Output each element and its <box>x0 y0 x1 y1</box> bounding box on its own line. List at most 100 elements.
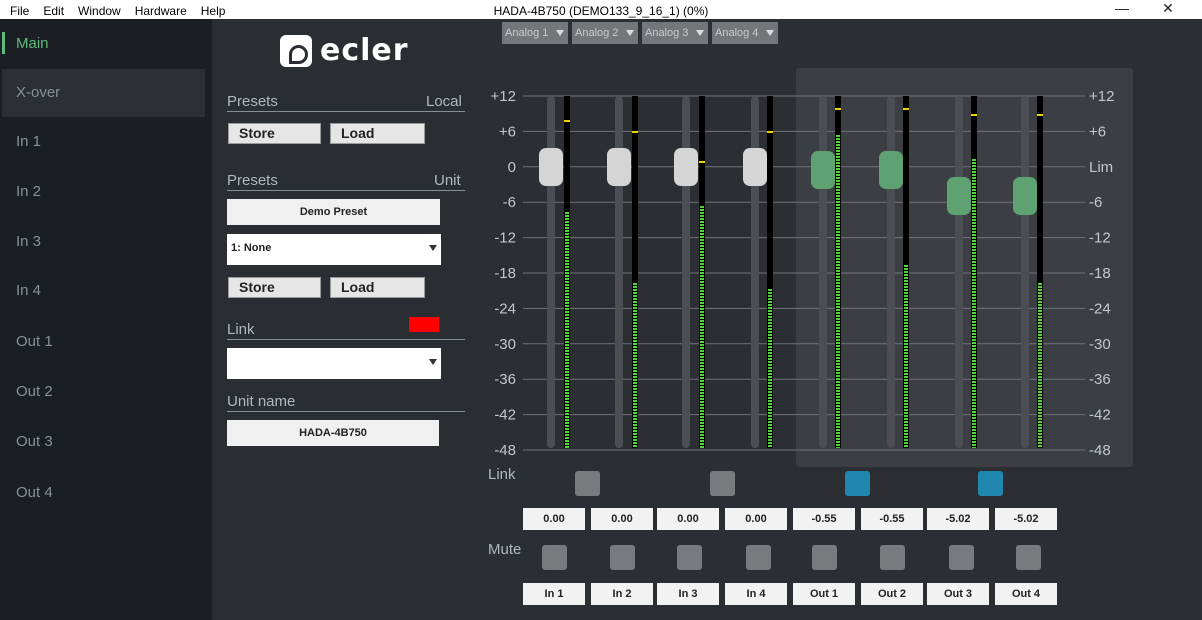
app-window: File Edit Window Hardware Help HADA-4B75… <box>0 0 1202 620</box>
peak-indicator <box>767 131 773 134</box>
scale-label-right: +6 <box>1089 123 1106 140</box>
fader-knob-in-1[interactable] <box>539 147 563 186</box>
fader-knob-in-3[interactable] <box>674 147 698 186</box>
scale-label-right: Lim <box>1089 159 1113 176</box>
mute-button-out-4[interactable] <box>1016 545 1041 570</box>
level-meter-fill <box>565 212 569 448</box>
mute-button-out-3[interactable] <box>949 545 974 570</box>
mute-row-label: Mute <box>488 541 522 558</box>
menu-edit[interactable]: Edit <box>43 4 64 18</box>
sidebar-item-in-3[interactable]: In 3 <box>2 218 205 266</box>
local-store-button[interactable]: Store <box>228 123 321 144</box>
level-meter-in-1 <box>564 96 570 448</box>
peak-indicator <box>632 131 638 134</box>
menu-hardware[interactable]: Hardware <box>135 4 187 18</box>
menu-file[interactable]: File <box>10 4 29 18</box>
sidebar-item-x-over[interactable]: X-over <box>2 69 205 117</box>
menu-window[interactable]: Window <box>78 4 121 18</box>
local-load-button[interactable]: Load <box>330 123 425 144</box>
scale-label-right: -24 <box>1089 300 1111 317</box>
link-select[interactable] <box>227 348 441 379</box>
scale-label-left: -12 <box>494 230 516 247</box>
unit-name-field[interactable]: HADA-4B750 <box>227 420 439 446</box>
unit-load-button[interactable]: Load <box>330 277 425 298</box>
fader-knob-out-3[interactable] <box>947 177 971 216</box>
channel-name-out-2: Out 2 <box>861 583 923 605</box>
fader-knob-out-2[interactable] <box>879 151 903 190</box>
fader-track-out-4 <box>1021 96 1029 448</box>
fader-knob-out-4[interactable] <box>1013 177 1037 216</box>
scale-label-left: -24 <box>494 300 516 317</box>
mute-button-out-1[interactable] <box>812 545 837 570</box>
fader-knob-in-2[interactable] <box>607 147 631 186</box>
link-button-pair-1[interactable] <box>575 471 600 496</box>
unit-preset-select[interactable]: 1: None <box>227 234 441 265</box>
fader-knob-in-4[interactable] <box>743 147 767 186</box>
sidebar-item-out-4[interactable]: Out 4 <box>2 469 205 517</box>
sidebar-item-out-3[interactable]: Out 3 <box>2 418 205 466</box>
level-meter-out-1 <box>835 96 841 448</box>
level-meter-fill <box>836 135 840 448</box>
mute-button-in-4[interactable] <box>746 545 771 570</box>
channel-name-in-2: In 2 <box>591 583 653 605</box>
channel-name-in-4: In 4 <box>725 583 787 605</box>
link-button-pair-3[interactable] <box>845 471 870 496</box>
gain-value-out-1[interactable]: -0.55 <box>793 508 855 530</box>
logo-text: ecler <box>320 33 409 68</box>
scale-label-right: -12 <box>1089 230 1111 247</box>
link-color-swatch[interactable] <box>409 317 439 332</box>
peak-indicator <box>1037 113 1043 116</box>
mute-button-in-3[interactable] <box>677 545 702 570</box>
unit-store-button[interactable]: Store <box>228 277 321 298</box>
gain-value-in-1[interactable]: 0.00 <box>523 508 585 530</box>
link-button-pair-2[interactable] <box>710 471 735 496</box>
peak-indicator <box>564 119 570 122</box>
scale-label-left: -42 <box>494 407 516 424</box>
ecler-logo: ecler <box>280 33 409 68</box>
sidebar-item-out-2[interactable]: Out 2 <box>2 368 205 416</box>
sidebar-item-out-1[interactable]: Out 1 <box>2 318 205 366</box>
unit-preset-name: Demo Preset <box>227 199 440 225</box>
fader-track-out-2 <box>887 96 895 448</box>
scale-label-right: -36 <box>1089 371 1111 388</box>
scale-label-left: -6 <box>503 194 516 211</box>
peak-indicator <box>971 113 977 116</box>
gain-value-in-4[interactable]: 0.00 <box>725 508 787 530</box>
mute-button-in-2[interactable] <box>610 545 635 570</box>
level-meter-fill <box>972 158 976 448</box>
gain-value-in-3[interactable]: 0.00 <box>657 508 719 530</box>
scale-label-right: -30 <box>1089 336 1111 353</box>
peak-indicator <box>699 160 705 163</box>
level-meter-fill <box>768 288 772 448</box>
gain-value-out-3[interactable]: -5.02 <box>927 508 989 530</box>
gain-value-out-2[interactable]: -0.55 <box>861 508 923 530</box>
level-meter-in-2 <box>632 96 638 448</box>
gain-value-in-2[interactable]: 0.00 <box>591 508 653 530</box>
mute-button-out-2[interactable] <box>880 545 905 570</box>
scale-label-left: -18 <box>494 265 516 282</box>
sidebar-item-in-1[interactable]: In 1 <box>2 118 205 166</box>
scale-label-left: 0 <box>508 159 516 176</box>
level-meter-fill <box>633 282 637 448</box>
fader-knob-out-1[interactable] <box>811 151 835 190</box>
divider <box>227 411 465 412</box>
level-meter-out-2 <box>903 96 909 448</box>
presets-local-label: Presets <box>227 93 278 110</box>
fader-track-out-3 <box>955 96 963 448</box>
chevron-down-icon <box>429 359 437 365</box>
menu-help[interactable]: Help <box>201 4 226 18</box>
peak-indicator <box>903 107 909 110</box>
close-button[interactable]: ✕ <box>1145 0 1191 19</box>
minimize-button[interactable]: — <box>1099 0 1145 19</box>
divider <box>227 339 465 340</box>
settings-panel: ecler Presets Local Store Load Presets U… <box>212 19 479 620</box>
sidebar-item-main[interactable]: Main <box>2 20 205 68</box>
gain-value-out-4[interactable]: -5.02 <box>995 508 1057 530</box>
sidebar-item-in-4[interactable]: In 4 <box>2 267 205 315</box>
scale-label-right: +12 <box>1089 88 1114 105</box>
link-button-pair-4[interactable] <box>978 471 1003 496</box>
mute-button-in-1[interactable] <box>542 545 567 570</box>
title-bar: File Edit Window Hardware Help HADA-4B75… <box>0 0 1202 19</box>
level-meter-out-3 <box>971 96 977 448</box>
sidebar-item-in-2[interactable]: In 2 <box>2 168 205 216</box>
